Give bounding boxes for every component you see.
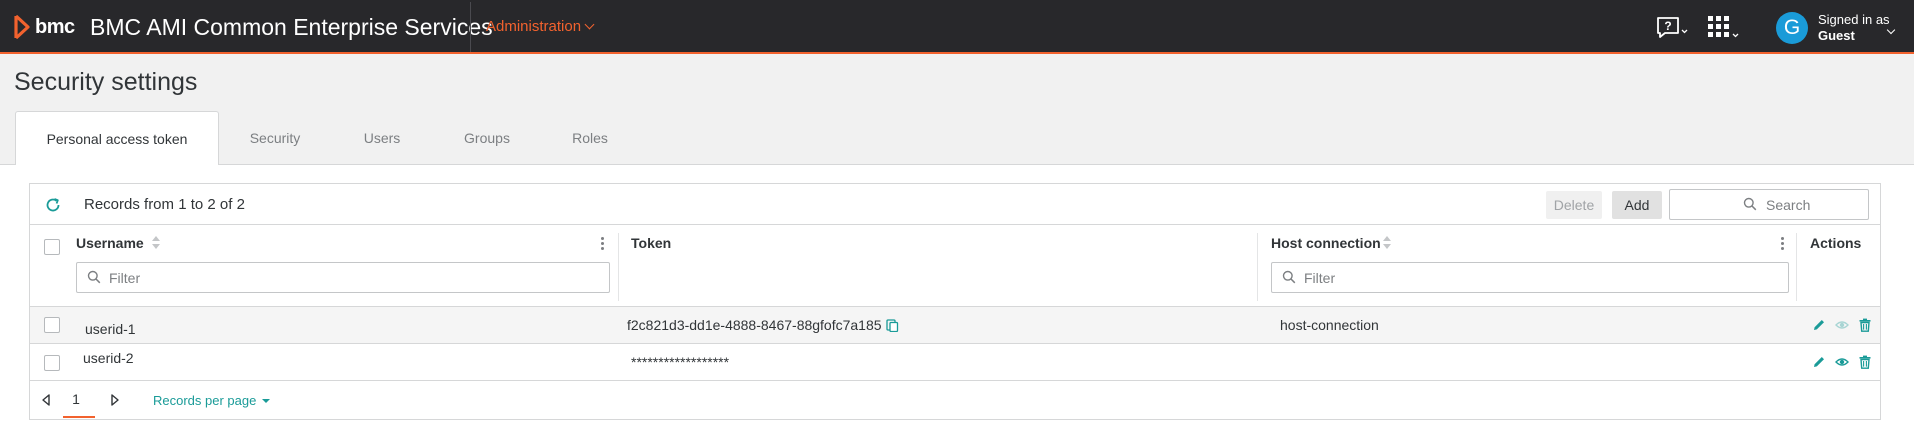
apps-launcher-button[interactable] [1708,16,1742,42]
column-divider [1257,233,1258,301]
administration-menu[interactable]: Administration [486,18,595,35]
records-per-page-label: Records per page [153,393,257,408]
search-field[interactable] [1669,189,1869,220]
token-cell: f2c821d3-dd1e-4888-8467-88gfofc7a185 [627,317,882,333]
next-page-icon[interactable] [110,394,120,406]
edit-icon[interactable] [1812,355,1826,369]
top-navigation-bar: bmc BMC AMI Common Enterprise Services A… [0,0,1914,54]
column-menu-username-icon[interactable] [601,237,605,251]
pagination: 1 Records per page [30,381,1880,420]
previous-page-icon[interactable] [41,394,51,406]
page-title: Security settings [14,68,198,96]
copy-icon[interactable] [886,318,899,332]
delete-icon[interactable] [1858,318,1872,332]
search-input[interactable] [1766,195,1864,215]
bmc-logo[interactable]: bmc [14,13,75,41]
column-header-host-connection[interactable]: Host connection [1271,235,1381,251]
header-divider [470,2,471,52]
username-filter[interactable] [76,262,610,293]
view-icon[interactable] [1835,318,1849,332]
logo-text: bmc [35,15,75,38]
administration-menu-label: Administration [486,18,582,35]
delete-icon[interactable] [1858,355,1872,369]
username-filter-input[interactable] [109,268,309,288]
column-divider [618,233,619,301]
records-count: Records from 1 to 2 of 2 [84,196,245,213]
username-cell: userid-1 [85,321,136,337]
page-number[interactable]: 1 [60,391,92,407]
svg-text:?: ? [1664,19,1671,33]
grid-toolbar: Records from 1 to 2 of 2 Delete Add [30,184,1880,225]
username-cell: userid-2 [83,350,134,366]
column-header-username[interactable]: Username [76,235,144,251]
tab-groups[interactable]: Groups [446,111,528,165]
tab-personal-access-token[interactable]: Personal access token [15,111,219,166]
column-header-actions: Actions [1810,235,1862,251]
caret-down-icon [262,398,271,403]
row-checkbox[interactable] [44,355,60,371]
avatar[interactable]: G [1776,12,1808,44]
host-connection-filter-input[interactable] [1304,268,1504,288]
add-button[interactable]: Add [1612,191,1662,219]
help-icon: ? [1657,17,1688,38]
column-header-token: Token [631,235,672,251]
settings-tabs: Personal access token Security Users Gro… [0,111,1914,166]
search-icon [1282,270,1296,284]
row-checkbox[interactable] [44,317,60,333]
table-header: Username Token Host connection Actions [30,225,1880,307]
current-page-indicator [63,416,95,418]
host-connection-cell: host-connection [1280,317,1379,333]
signed-in-info[interactable]: Signed in as Guest [1818,12,1890,44]
view-icon[interactable] [1835,355,1849,369]
search-icon [87,270,101,284]
column-menu-host-connection-icon[interactable] [1781,237,1785,251]
tab-users[interactable]: Users [340,111,424,165]
refresh-icon[interactable] [44,196,62,214]
delete-button[interactable]: Delete [1546,191,1602,219]
token-cell: ****************** [631,354,730,370]
sort-username-icon[interactable] [152,236,160,250]
records-per-page-dropdown[interactable]: Records per page [153,393,271,408]
column-divider [1796,233,1797,301]
signed-in-label: Signed in as [1818,12,1890,27]
table-row[interactable]: userid-2 ****************** [30,344,1880,381]
select-all-checkbox[interactable] [44,239,60,255]
host-connection-filter[interactable] [1271,262,1789,293]
apps-grid-icon [1708,16,1739,38]
chevron-down-icon [584,19,595,30]
table-row[interactable]: userid-1 f2c821d3-dd1e-4888-8467-88gfofc… [30,307,1880,344]
bmc-logo-mark-icon [14,15,30,39]
edit-icon[interactable] [1812,318,1826,332]
tokens-grid: Records from 1 to 2 of 2 Delete Add User… [29,183,1881,420]
help-button[interactable]: ? [1656,16,1690,40]
tab-roles[interactable]: Roles [550,111,630,165]
user-name: Guest [1818,28,1855,43]
app-title: BMC AMI Common Enterprise Services [90,14,493,40]
search-icon [1743,197,1757,211]
tab-security[interactable]: Security [230,111,320,165]
sort-host-connection-icon[interactable] [1383,236,1391,250]
